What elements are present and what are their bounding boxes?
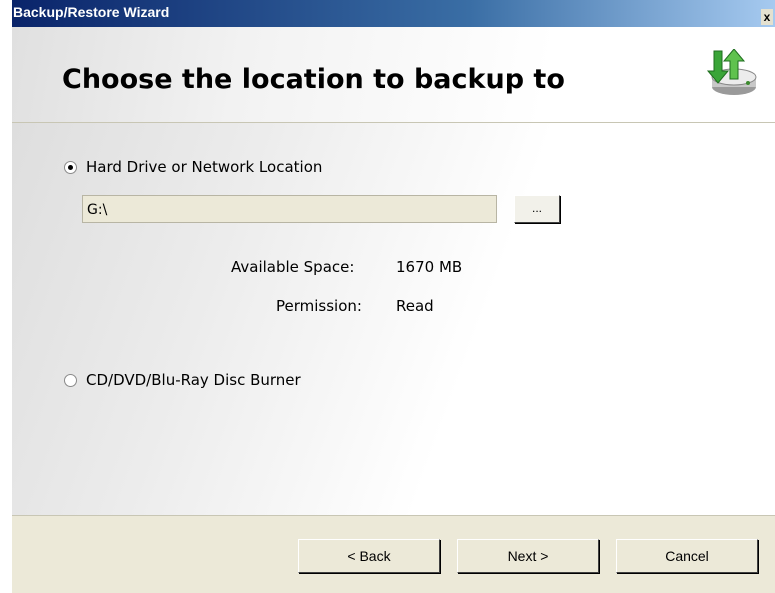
wizard-header: Choose the location to backup to (12, 27, 775, 123)
browse-button[interactable]: ... (514, 195, 560, 223)
disc-burner-radio[interactable] (64, 373, 77, 387)
page-title: Choose the location to backup to (62, 64, 565, 95)
next-button[interactable]: Next > (457, 539, 599, 573)
window-title: Backup/Restore Wizard (13, 4, 170, 20)
cancel-button[interactable]: Cancel (616, 539, 758, 573)
disc-burner-label: CD/DVD/Blu-Ray Disc Burner (86, 371, 301, 389)
wizard-content: Hard Drive or Network Location G:\ ... A… (12, 123, 775, 515)
wizard-footer: < Back Next > Cancel (12, 515, 775, 593)
available-space-value: 1670 MB (396, 258, 463, 276)
wizard-window: Backup/Restore Wizard x Choose the locat… (12, 0, 775, 593)
title-bar[interactable]: Backup/Restore Wizard x (12, 0, 775, 27)
backup-drive-icon (706, 49, 757, 95)
hard-drive-radio[interactable] (64, 160, 77, 174)
back-button[interactable]: < Back (298, 539, 440, 573)
hard-drive-option[interactable]: Hard Drive or Network Location (64, 158, 322, 176)
hard-drive-label: Hard Drive or Network Location (86, 158, 323, 176)
available-space-label: Available Space: (231, 258, 355, 276)
location-path-input[interactable]: G:\ (82, 195, 497, 223)
disc-burner-option[interactable]: CD/DVD/Blu-Ray Disc Burner (64, 371, 301, 389)
close-button[interactable]: x (761, 9, 773, 25)
permission-value: Read (396, 297, 434, 315)
permission-label: Permission: (276, 297, 362, 315)
